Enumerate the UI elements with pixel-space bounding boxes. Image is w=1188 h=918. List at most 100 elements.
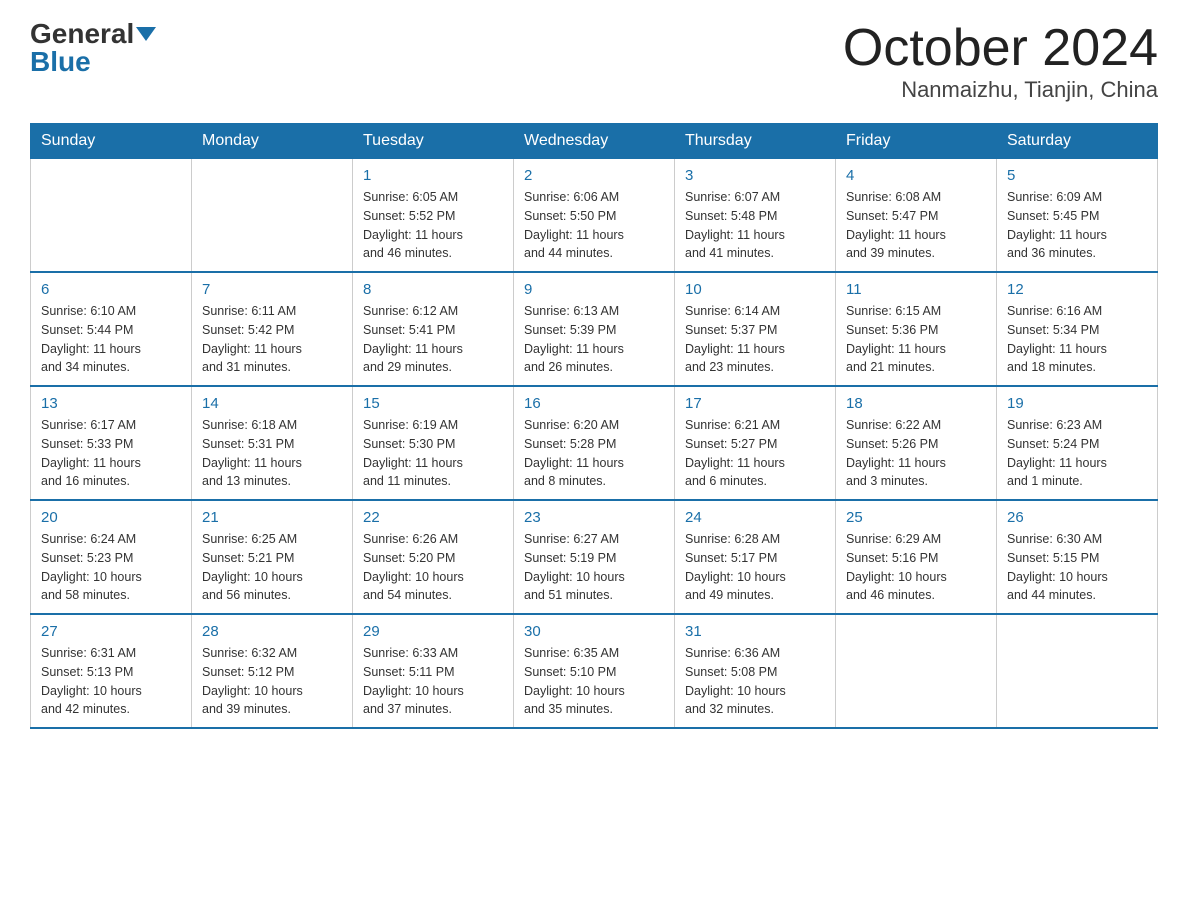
calendar-cell: 21 Sunrise: 6:25 AMSunset: 5:21 PMDayligh… (192, 500, 353, 614)
calendar-cell (192, 159, 353, 273)
day-info: Sunrise: 6:27 AMSunset: 5:19 PMDaylight:… (524, 530, 664, 605)
day-number: 10 (685, 281, 825, 298)
calendar-week-1: 1 Sunrise: 6:05 AMSunset: 5:52 PMDaylight… (31, 159, 1158, 273)
day-info: Sunrise: 6:08 AMSunset: 5:47 PMDaylight:… (846, 188, 986, 263)
day-info: Sunrise: 6:33 AMSunset: 5:11 PMDaylight:… (363, 644, 503, 719)
day-number: 3 (685, 167, 825, 184)
day-number: 14 (202, 395, 342, 412)
day-info: Sunrise: 6:07 AMSunset: 5:48 PMDaylight:… (685, 188, 825, 263)
day-info: Sunrise: 6:32 AMSunset: 5:12 PMDaylight:… (202, 644, 342, 719)
day-number: 26 (1007, 509, 1147, 526)
day-number: 19 (1007, 395, 1147, 412)
day-number: 20 (41, 509, 181, 526)
day-info: Sunrise: 6:35 AMSunset: 5:10 PMDaylight:… (524, 644, 664, 719)
calendar-cell: 4 Sunrise: 6:08 AMSunset: 5:47 PMDaylight… (836, 159, 997, 273)
day-number: 11 (846, 281, 986, 298)
day-number: 4 (846, 167, 986, 184)
day-info: Sunrise: 6:12 AMSunset: 5:41 PMDaylight:… (363, 302, 503, 377)
calendar-cell: 28Sunrise: 6:32 AMSunset: 5:12 PMDayligh… (192, 614, 353, 728)
logo-general-text: General (30, 20, 134, 48)
day-info: Sunrise: 6:15 AMSunset: 5:36 PMDaylight:… (846, 302, 986, 377)
header-tuesday: Tuesday (353, 124, 514, 159)
title-area: October 2024 Nanmaizhu, Tianjin, China (843, 20, 1158, 103)
calendar-cell: 1 Sunrise: 6:05 AMSunset: 5:52 PMDaylight… (353, 159, 514, 273)
day-number: 21 (202, 509, 342, 526)
day-info: Sunrise: 6:29 AMSunset: 5:16 PMDaylight:… (846, 530, 986, 605)
page-subtitle: Nanmaizhu, Tianjin, China (843, 77, 1158, 103)
day-info: Sunrise: 6:09 AMSunset: 5:45 PMDaylight:… (1007, 188, 1147, 263)
day-info: Sunrise: 6:21 AMSunset: 5:27 PMDaylight:… (685, 416, 825, 491)
calendar-cell: 19 Sunrise: 6:23 AMSunset: 5:24 PMDayligh… (997, 386, 1158, 500)
day-number: 9 (524, 281, 664, 298)
day-info: Sunrise: 6:28 AMSunset: 5:17 PMDaylight:… (685, 530, 825, 605)
day-number: 18 (846, 395, 986, 412)
day-info: Sunrise: 6:14 AMSunset: 5:37 PMDaylight:… (685, 302, 825, 377)
day-number: 12 (1007, 281, 1147, 298)
day-number: 27 (41, 623, 181, 640)
header-saturday: Saturday (997, 124, 1158, 159)
day-info: Sunrise: 6:36 AMSunset: 5:08 PMDaylight:… (685, 644, 825, 719)
day-info: Sunrise: 6:26 AMSunset: 5:20 PMDaylight:… (363, 530, 503, 605)
calendar-week-5: 27 Sunrise: 6:31 AMSunset: 5:13 PMDayligh… (31, 614, 1158, 728)
calendar-table: SundayMondayTuesdayWednesdayThursdayFrid… (30, 123, 1158, 729)
calendar-cell: 25Sunrise: 6:29 AMSunset: 5:16 PMDayligh… (836, 500, 997, 614)
calendar-cell (997, 614, 1158, 728)
day-number: 16 (524, 395, 664, 412)
day-info: Sunrise: 6:05 AMSunset: 5:52 PMDaylight:… (363, 188, 503, 263)
header-friday: Friday (836, 124, 997, 159)
header-thursday: Thursday (675, 124, 836, 159)
header-wednesday: Wednesday (514, 124, 675, 159)
header-monday: Monday (192, 124, 353, 159)
day-number: 1 (363, 167, 503, 184)
day-info: Sunrise: 6:13 AMSunset: 5:39 PMDaylight:… (524, 302, 664, 377)
page-title: October 2024 (843, 20, 1158, 77)
calendar-cell: 7Sunrise: 6:11 AMSunset: 5:42 PMDaylight… (192, 272, 353, 386)
day-number: 5 (1007, 167, 1147, 184)
calendar-cell: 9 Sunrise: 6:13 AMSunset: 5:39 PMDaylight… (514, 272, 675, 386)
calendar-cell: 15 Sunrise: 6:19 AMSunset: 5:30 PMDayligh… (353, 386, 514, 500)
calendar-cell: 3 Sunrise: 6:07 AMSunset: 5:48 PMDaylight… (675, 159, 836, 273)
day-number: 2 (524, 167, 664, 184)
calendar-cell: 24 Sunrise: 6:28 AMSunset: 5:17 PMDayligh… (675, 500, 836, 614)
day-info: Sunrise: 6:10 AMSunset: 5:44 PMDaylight:… (41, 302, 181, 377)
day-number: 15 (363, 395, 503, 412)
day-number: 30 (524, 623, 664, 640)
day-number: 24 (685, 509, 825, 526)
day-number: 8 (363, 281, 503, 298)
calendar-cell: 5 Sunrise: 6:09 AMSunset: 5:45 PMDaylight… (997, 159, 1158, 273)
calendar-cell: 14 Sunrise: 6:18 AMSunset: 5:31 PMDayligh… (192, 386, 353, 500)
calendar-week-3: 13 Sunrise: 6:17 AMSunset: 5:33 PMDayligh… (31, 386, 1158, 500)
calendar-cell: 6 Sunrise: 6:10 AMSunset: 5:44 PMDaylight… (31, 272, 192, 386)
day-number: 22 (363, 509, 503, 526)
day-info: Sunrise: 6:17 AMSunset: 5:33 PMDaylight:… (41, 416, 181, 491)
day-info: Sunrise: 6:06 AMSunset: 5:50 PMDaylight:… (524, 188, 664, 263)
day-info: Sunrise: 6:31 AMSunset: 5:13 PMDaylight:… (41, 644, 181, 719)
calendar-cell: 22 Sunrise: 6:26 AMSunset: 5:20 PMDayligh… (353, 500, 514, 614)
calendar-cell: 2 Sunrise: 6:06 AMSunset: 5:50 PMDaylight… (514, 159, 675, 273)
day-info: Sunrise: 6:22 AMSunset: 5:26 PMDaylight:… (846, 416, 986, 491)
day-info: Sunrise: 6:24 AMSunset: 5:23 PMDaylight:… (41, 530, 181, 605)
day-number: 31 (685, 623, 825, 640)
calendar-cell: 16Sunrise: 6:20 AMSunset: 5:28 PMDayligh… (514, 386, 675, 500)
calendar-cell: 13 Sunrise: 6:17 AMSunset: 5:33 PMDayligh… (31, 386, 192, 500)
day-number: 13 (41, 395, 181, 412)
day-info: Sunrise: 6:23 AMSunset: 5:24 PMDaylight:… (1007, 416, 1147, 491)
calendar-cell: 18 Sunrise: 6:22 AMSunset: 5:26 PMDayligh… (836, 386, 997, 500)
header-sunday: Sunday (31, 124, 192, 159)
calendar-cell (836, 614, 997, 728)
day-number: 6 (41, 281, 181, 298)
logo-blue-text: Blue (30, 48, 91, 76)
logo-triangle-icon (136, 27, 156, 41)
calendar-cell: 12Sunrise: 6:16 AMSunset: 5:34 PMDayligh… (997, 272, 1158, 386)
calendar-cell: 27 Sunrise: 6:31 AMSunset: 5:13 PMDayligh… (31, 614, 192, 728)
day-info: Sunrise: 6:25 AMSunset: 5:21 PMDaylight:… (202, 530, 342, 605)
calendar-cell: 29 Sunrise: 6:33 AMSunset: 5:11 PMDayligh… (353, 614, 514, 728)
calendar-cell: 30 Sunrise: 6:35 AMSunset: 5:10 PMDayligh… (514, 614, 675, 728)
day-number: 29 (363, 623, 503, 640)
day-info: Sunrise: 6:19 AMSunset: 5:30 PMDaylight:… (363, 416, 503, 491)
calendar-header-row: SundayMondayTuesdayWednesdayThursdayFrid… (31, 124, 1158, 159)
day-number: 23 (524, 509, 664, 526)
day-number: 17 (685, 395, 825, 412)
calendar-cell: 31 Sunrise: 6:36 AMSunset: 5:08 PMDayligh… (675, 614, 836, 728)
day-info: Sunrise: 6:18 AMSunset: 5:31 PMDaylight:… (202, 416, 342, 491)
